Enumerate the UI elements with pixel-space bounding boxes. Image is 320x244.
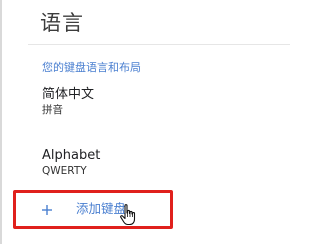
keyboard-layout: QWERTY xyxy=(42,165,87,177)
page-title: 语言 xyxy=(40,11,84,35)
keyboard-layout: 拼音 xyxy=(42,104,63,116)
keyboard-name: 简体中文 xyxy=(42,87,95,102)
keyboard-item-alphabet[interactable]: Alphabet QWERTY xyxy=(42,147,272,187)
highlight-annotation-box xyxy=(13,190,173,229)
hand-pointer-cursor-icon xyxy=(118,203,140,227)
keyboard-name: Alphabet xyxy=(42,148,101,163)
keyboard-item-chinese[interactable]: 简体中文 拼音 xyxy=(42,86,272,126)
language-settings-panel: 语言 您的键盘语言和布局 简体中文 拼音 Alphabet QWERTY 添加键… xyxy=(0,0,290,244)
section-header-keyboards: 您的键盘语言和布局 xyxy=(42,61,141,74)
title-divider xyxy=(28,44,290,45)
